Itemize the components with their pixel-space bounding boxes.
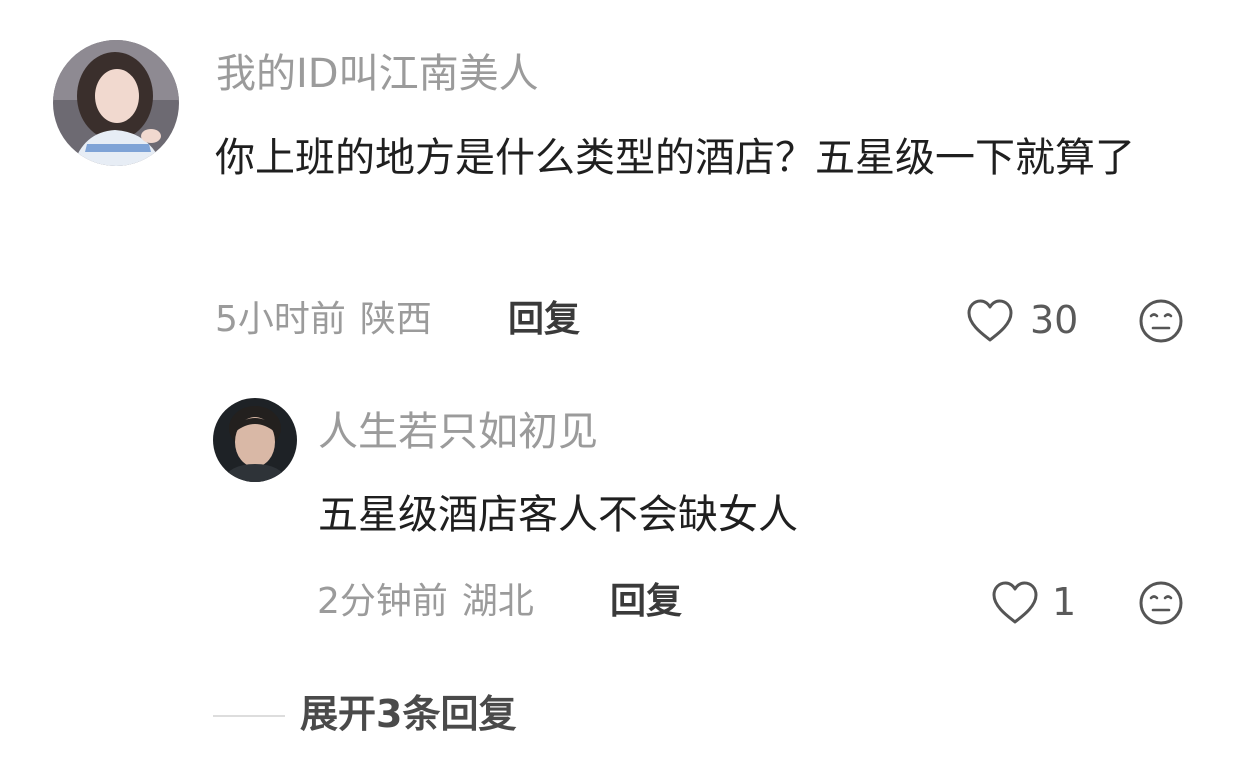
reply-time: 2分钟前 [317, 581, 448, 622]
reply-meta: 2分钟前 湖北 [317, 580, 534, 624]
comment-text: 你上班的地方是什么类型的酒店？五星级一下就算了 [215, 135, 1135, 181]
neutral-face-icon[interactable] [1138, 580, 1184, 626]
reply-avatar[interactable] [213, 398, 297, 482]
expand-replies-button[interactable]: 展开3条回复 [300, 690, 516, 738]
reply-like-count: 1 [1052, 580, 1077, 624]
comment-username[interactable]: 我的ID叫江南美人 [216, 50, 539, 98]
comment-meta: 5小时前 陕西 [215, 298, 432, 342]
reply-reply-button[interactable]: 回复 [610, 580, 682, 624]
comment-time: 5小时前 [215, 299, 346, 340]
comment-reply-button[interactable]: 回复 [508, 298, 580, 342]
reply-location: 湖北 [461, 581, 534, 622]
reply-text: 五星级酒店客人不会缺女人 [318, 492, 798, 538]
comment-location: 陕西 [359, 299, 432, 340]
expand-divider [213, 715, 285, 717]
heart-outline-icon[interactable] [965, 298, 1015, 344]
comment-like-count: 30 [1030, 298, 1079, 342]
user-avatar-photo [213, 398, 297, 482]
reply-username[interactable]: 人生若只如初见 [318, 408, 598, 456]
neutral-face-icon[interactable] [1138, 298, 1184, 344]
heart-outline-icon[interactable] [990, 580, 1040, 626]
user-avatar-photo [53, 40, 179, 166]
comment-avatar[interactable] [53, 40, 179, 166]
